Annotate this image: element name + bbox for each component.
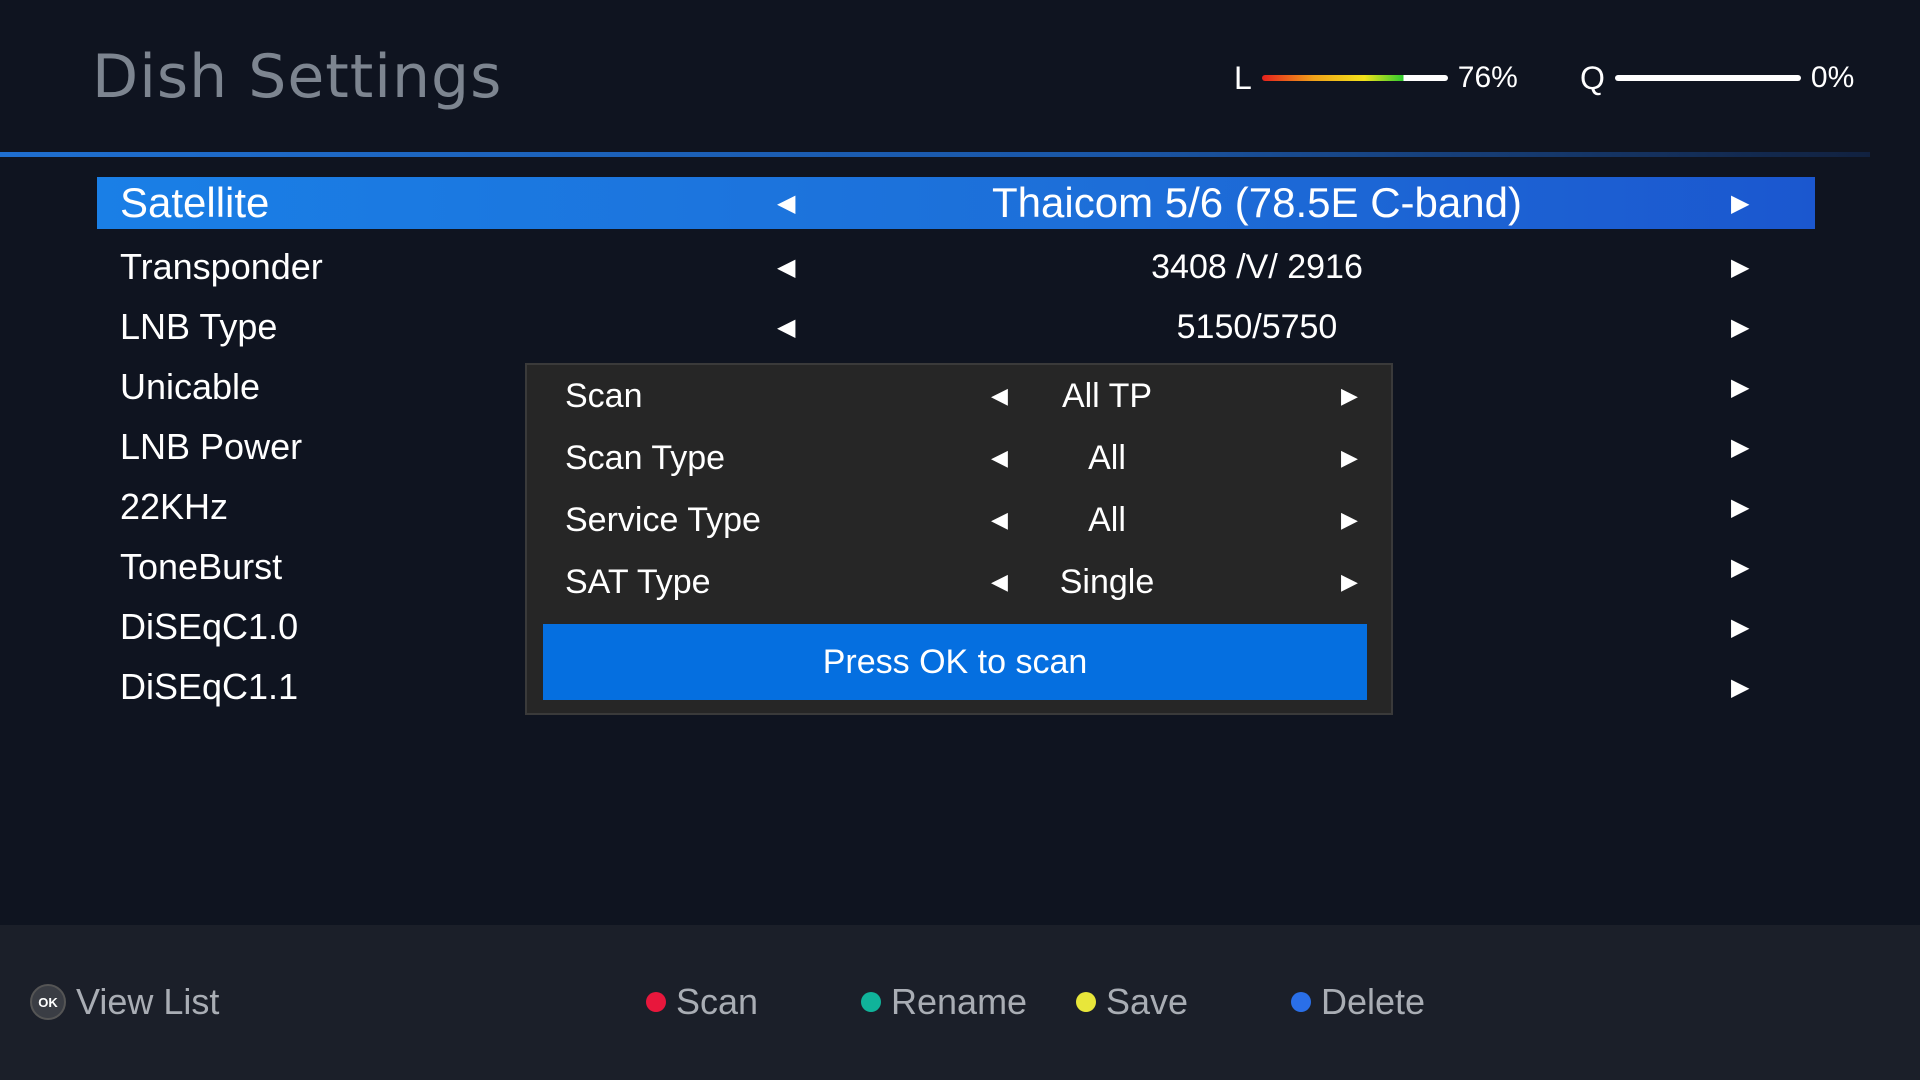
arrow-left-icon[interactable]: ◀: [991, 383, 1008, 409]
menu-row-label: 22KHz: [120, 486, 229, 527]
menu-row-label: Unicable: [120, 366, 261, 407]
menu-row-label: LNB Type: [120, 306, 278, 347]
save-hint-label: Save: [1106, 981, 1189, 1022]
arrow-right-icon[interactable]: ▶: [1341, 445, 1358, 471]
rename-hint-label: Rename: [891, 981, 1028, 1022]
menu-row-label: LNB Power: [120, 426, 303, 467]
quality-bar: [1614, 75, 1801, 81]
scan-hint[interactable]: Scan: [646, 981, 758, 1023]
arrow-left-icon[interactable]: ◀: [777, 313, 795, 342]
arrow-right-icon[interactable]: ▶: [1731, 373, 1749, 402]
menu-row-label: DiSEqC1.0: [120, 606, 299, 647]
view-list-hint[interactable]: OK View List: [30, 981, 219, 1023]
popup-row-scan-type[interactable]: Scan Type ◀ All ▶: [527, 427, 1391, 489]
popup-row-value: All: [1088, 500, 1126, 539]
scan-hint-label: Scan: [676, 981, 759, 1022]
quality-value: 0%: [1810, 61, 1855, 94]
arrow-right-icon[interactable]: ▶: [1731, 189, 1749, 218]
level-label: L: [1234, 59, 1252, 96]
level-bar: [1261, 75, 1448, 81]
menu-row-label: DiSEqC1.1: [120, 666, 299, 707]
menu-row-label: Transponder: [120, 246, 323, 287]
popup-row-label: Scan Type: [565, 438, 726, 477]
blue-dot-icon: [1291, 992, 1311, 1012]
arrow-right-icon[interactable]: ▶: [1731, 313, 1749, 342]
popup-row-label: Scan: [565, 376, 643, 415]
green-dot-icon: [861, 992, 881, 1012]
menu-row-value: 5150/5750: [1176, 307, 1338, 346]
arrow-right-icon[interactable]: ▶: [1731, 433, 1749, 462]
footer-bar: OK View List Scan Rename Save Delete: [0, 925, 1920, 1080]
yellow-dot-icon: [1076, 992, 1096, 1012]
menu-row-value: 3408 /V/ 2916: [1151, 247, 1363, 286]
arrow-left-icon[interactable]: ◀: [777, 253, 795, 282]
popup-row-service-type[interactable]: Service Type ◀ All ▶: [527, 489, 1391, 551]
rename-hint[interactable]: Rename: [861, 981, 1027, 1023]
arrow-right-icon[interactable]: ▶: [1731, 253, 1749, 282]
level-value: 76%: [1457, 61, 1518, 94]
arrow-right-icon[interactable]: ▶: [1341, 507, 1358, 533]
arrow-left-icon[interactable]: ◀: [991, 507, 1008, 533]
arrow-left-icon[interactable]: ◀: [991, 569, 1008, 595]
header-divider: [0, 152, 1870, 157]
popup-row-label: Service Type: [565, 500, 761, 539]
arrow-right-icon[interactable]: ▶: [1731, 613, 1749, 642]
arrow-left-icon[interactable]: ◀: [777, 189, 795, 218]
menu-row-transponder[interactable]: Transponder ◀ 3408 /V/ 2916 ▶: [97, 237, 1815, 297]
popup-row-value: Single: [1059, 562, 1155, 601]
popup-row-scan[interactable]: Scan ◀ All TP ▶: [527, 365, 1391, 427]
press-ok-to-scan-button[interactable]: Press OK to scan: [543, 624, 1367, 700]
page-title: Dish Settings: [92, 42, 503, 112]
arrow-right-icon[interactable]: ▶: [1731, 493, 1749, 522]
arrow-left-icon[interactable]: ◀: [991, 445, 1008, 471]
popup-row-label: SAT Type: [565, 562, 711, 601]
menu-row-value: Thaicom 5/6 (78.5E C-band): [992, 179, 1522, 226]
scan-popup: Scan ◀ All TP ▶ Scan Type ◀ All ▶ Servic…: [525, 363, 1393, 715]
view-list-label: View List: [76, 981, 220, 1022]
ok-button-icon: OK: [30, 984, 66, 1020]
quality-label: Q: [1580, 59, 1605, 96]
signal-level-meter: L 76%: [1234, 58, 1518, 98]
signal-quality-meter: Q 0%: [1580, 58, 1854, 98]
popup-row-value: All: [1088, 438, 1126, 477]
red-dot-icon: [646, 992, 666, 1012]
menu-row-label: ToneBurst: [120, 546, 283, 587]
delete-hint-label: Delete: [1321, 981, 1426, 1022]
arrow-right-icon[interactable]: ▶: [1731, 553, 1749, 582]
delete-hint[interactable]: Delete: [1291, 981, 1425, 1023]
menu-row-label: Satellite: [120, 179, 270, 226]
save-hint[interactable]: Save: [1076, 981, 1188, 1023]
menu-row-lnb-type[interactable]: LNB Type ◀ 5150/5750 ▶: [97, 297, 1815, 357]
popup-row-sat-type[interactable]: SAT Type ◀ Single ▶: [527, 551, 1391, 613]
arrow-right-icon[interactable]: ▶: [1341, 569, 1358, 595]
popup-row-value: All TP: [1061, 376, 1153, 415]
arrow-right-icon[interactable]: ▶: [1341, 383, 1358, 409]
menu-row-satellite[interactable]: Satellite ◀ Thaicom 5/6 (78.5E C-band) ▶: [97, 177, 1815, 229]
arrow-right-icon[interactable]: ▶: [1731, 673, 1749, 702]
